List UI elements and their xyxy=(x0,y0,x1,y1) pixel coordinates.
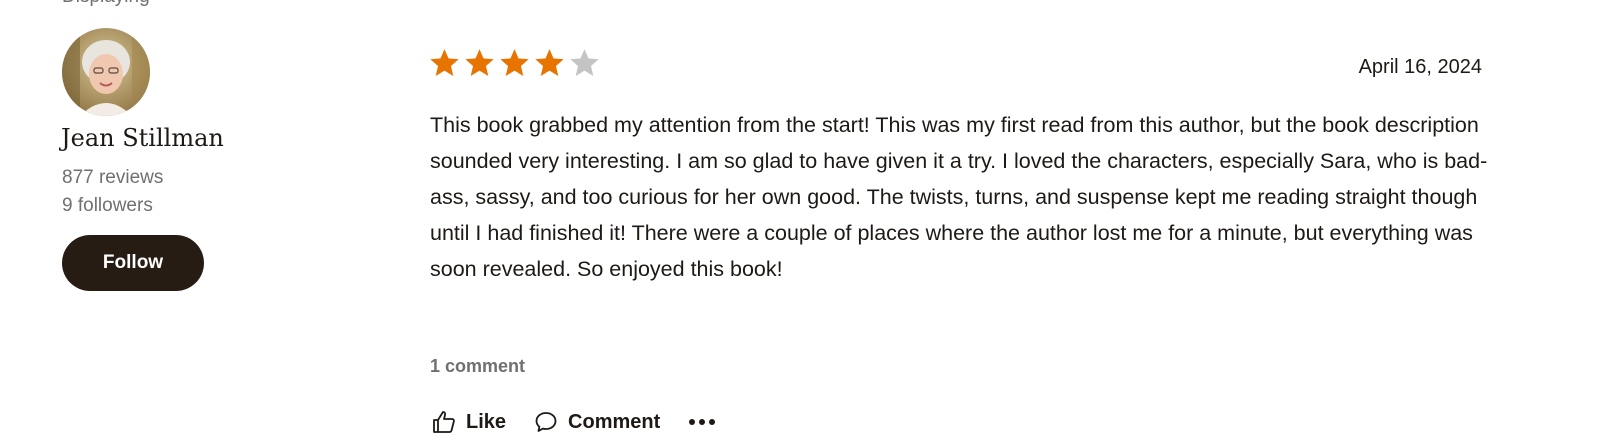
review-date[interactable]: April 16, 2024 xyxy=(1359,56,1482,79)
follow-button[interactable]: Follow xyxy=(62,235,204,291)
avatar-photo xyxy=(62,28,150,116)
reviewer-avatar[interactable] xyxy=(62,28,150,116)
ellipsis-icon xyxy=(689,419,716,425)
speech-bubble-icon xyxy=(535,412,557,432)
truncated-header-text: Displaying xyxy=(62,0,150,8)
reviewer-reviews-count: 877 reviews xyxy=(62,167,164,188)
star-empty-icon xyxy=(570,49,599,77)
reviewer-followers-count: 9 followers xyxy=(62,195,153,216)
star-filled-icon xyxy=(500,49,529,77)
comment-label: Comment xyxy=(568,410,661,433)
rating-stars xyxy=(428,47,601,80)
star-filled-icon xyxy=(535,49,564,77)
reviewer-name[interactable]: Jean Stillman xyxy=(61,124,224,152)
star-filled-icon xyxy=(430,49,459,77)
star-filled-icon xyxy=(465,49,494,77)
like-button[interactable]: Like xyxy=(432,410,506,434)
like-label: Like xyxy=(466,410,507,433)
review-actions: Like Comment xyxy=(432,410,744,434)
comment-button[interactable]: Comment xyxy=(534,410,660,434)
comment-count-link[interactable]: 1 comment xyxy=(430,356,525,377)
thumbs-up-icon xyxy=(433,411,455,433)
more-options-button[interactable] xyxy=(688,418,716,426)
review-text: This book grabbed my attention from the … xyxy=(430,113,1488,281)
